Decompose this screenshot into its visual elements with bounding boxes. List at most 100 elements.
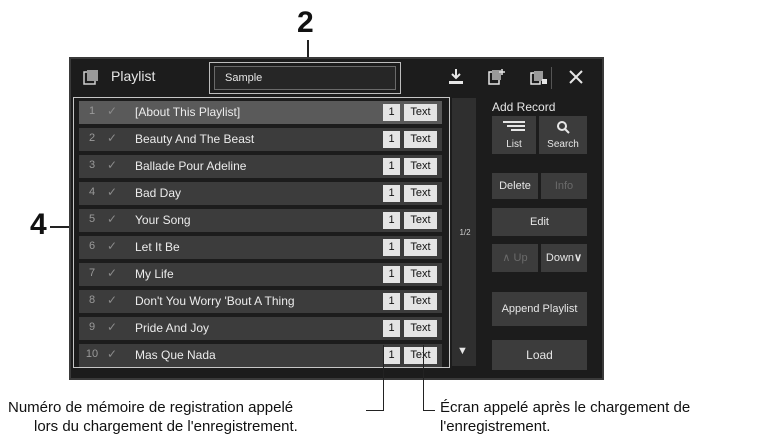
memory-number-badge: 1 [383, 158, 400, 175]
bank-icon[interactable] [529, 67, 549, 87]
callout-line-4 [50, 226, 71, 228]
chevron-up-icon: ∧ [502, 252, 511, 264]
check-icon[interactable]: ✓ [107, 293, 117, 307]
record-number: 9 [88, 321, 96, 333]
list-item[interactable]: 5 ✓ Your Song 1 Text [79, 209, 442, 232]
add-record-label: Add Record [492, 100, 556, 114]
text-button[interactable]: Text [404, 266, 437, 283]
search-button-label: Search [547, 139, 579, 150]
append-playlist-button[interactable]: Append Playlist [492, 292, 587, 326]
list-item[interactable]: 4 ✓ Bad Day 1 Text [79, 182, 442, 205]
check-icon[interactable]: ✓ [107, 266, 117, 280]
text-button[interactable]: Text [404, 320, 437, 337]
chevron-down-icon: ∨ [574, 252, 583, 264]
memory-number-badge: 1 [383, 266, 400, 283]
text-button[interactable]: Text [404, 158, 437, 175]
list-item[interactable]: 3 ✓ Ballade Pour Adeline 1 Text [79, 155, 442, 178]
record-number: 6 [88, 240, 96, 252]
text-button[interactable]: Text [404, 212, 437, 229]
text-button[interactable]: Text [404, 131, 437, 148]
list-item[interactable]: 10 ✓ Mas Que Nada 1 Text [79, 344, 442, 367]
text-button[interactable]: Text [404, 104, 437, 121]
list-button-label: List [506, 139, 522, 150]
record-number: 8 [88, 294, 96, 306]
info-button[interactable]: Info [541, 173, 587, 199]
list-item[interactable]: 8 ✓ Don't You Worry 'Bout A Thing 1 Text [79, 290, 442, 313]
text-button[interactable]: Text [404, 347, 437, 364]
record-title: Don't You Worry 'Bout A Thing [135, 294, 295, 308]
record-title: My Life [135, 267, 174, 281]
list-item[interactable]: 2 ✓ Beauty And The Beast 1 Text [79, 128, 442, 151]
check-icon[interactable]: ✓ [107, 185, 117, 199]
check-icon[interactable]: ✓ [107, 239, 117, 253]
playlist-window: Playlist Sample 1 ✓ [About This Playlist… [69, 57, 604, 380]
load-button[interactable]: Load [492, 340, 587, 370]
record-title: Let It Be [135, 240, 180, 254]
check-icon[interactable]: ✓ [107, 347, 117, 361]
memory-number-badge: 1 [383, 320, 400, 337]
record-title: Ballade Pour Adeline [135, 159, 247, 173]
memory-caption-line-1: Numéro de mémoire de registration appelé [8, 399, 294, 416]
memory-number-badge: 1 [383, 212, 400, 229]
search-icon [557, 121, 570, 134]
list-item[interactable]: 1 ✓ [About This Playlist] 1 Text [79, 101, 442, 124]
record-number: 5 [88, 213, 96, 225]
record-number: 4 [88, 186, 96, 198]
memory-number-badge: 1 [383, 239, 400, 256]
memory-number-badge: 1 [383, 347, 400, 364]
record-number: 3 [88, 159, 96, 171]
record-title: Pride And Joy [135, 321, 210, 335]
title-bar: Playlist Sample [71, 59, 602, 96]
screen-caption-line-1: Écran appelé après le chargement de [440, 399, 691, 416]
callout-number-2: 2 [297, 6, 314, 39]
text-button[interactable]: Text [404, 293, 437, 310]
record-title: Mas Que Nada [135, 348, 216, 362]
text-button[interactable]: Text [404, 239, 437, 256]
playlist-name-field[interactable]: Sample [214, 66, 396, 90]
delete-button[interactable]: Delete [492, 173, 538, 199]
move-down-button[interactable]: Down∨ [541, 244, 587, 272]
move-down-label: Down [545, 252, 575, 264]
screen-callout-line-vertical [423, 345, 424, 410]
record-title: [About This Playlist] [135, 105, 241, 119]
add-from-list-button[interactable]: List [492, 116, 536, 154]
check-icon[interactable]: ✓ [107, 320, 117, 334]
record-number: 2 [88, 132, 96, 144]
record-number: 7 [88, 267, 96, 279]
screen-caption-line-2: l'enregistrement. [440, 418, 551, 435]
check-icon[interactable]: ✓ [107, 158, 117, 172]
screen-callout-line-horizontal [423, 410, 435, 411]
window-title: Playlist [111, 68, 156, 84]
record-title: Your Song [135, 213, 191, 227]
page-indicator: 1/2 [459, 228, 471, 237]
record-title: Beauty And The Beast [135, 132, 255, 146]
memory-callout-line-horizontal [366, 410, 384, 411]
memory-callout-line-vertical [383, 345, 384, 410]
check-icon[interactable]: ✓ [107, 212, 117, 226]
memory-number-badge: 1 [383, 293, 400, 310]
text-button[interactable]: Text [404, 185, 437, 202]
check-icon[interactable]: ✓ [107, 104, 117, 118]
record-title: Bad Day [135, 186, 182, 200]
save-icon[interactable] [446, 67, 466, 87]
list-item[interactable]: 6 ✓ Let It Be 1 Text [79, 236, 442, 259]
check-icon[interactable]: ✓ [107, 131, 117, 145]
edit-button[interactable]: Edit [492, 208, 587, 236]
list-item[interactable]: 9 ✓ Pride And Joy 1 Text [79, 317, 442, 340]
memory-number-badge: 1 [383, 131, 400, 148]
search-button[interactable]: Search [539, 116, 587, 154]
record-number: 1 [88, 105, 96, 117]
move-up-button[interactable]: ∧ Up [492, 244, 538, 272]
memory-number-badge: 1 [383, 185, 400, 202]
record-number: 10 [85, 348, 99, 360]
memory-number-badge: 1 [383, 104, 400, 121]
playlist-icon [83, 70, 98, 85]
list-icon [503, 121, 525, 131]
close-icon[interactable] [566, 67, 586, 87]
list-item[interactable]: 7 ✓ My Life 1 Text [79, 263, 442, 286]
memory-caption-line-2: lors du chargement de l'enregistrement. [34, 418, 298, 435]
add-playlist-icon[interactable] [487, 67, 507, 87]
move-up-label: Up [513, 252, 528, 264]
callout-number-4: 4 [30, 208, 47, 241]
scroll-down-icon[interactable]: ▼ [457, 345, 468, 357]
